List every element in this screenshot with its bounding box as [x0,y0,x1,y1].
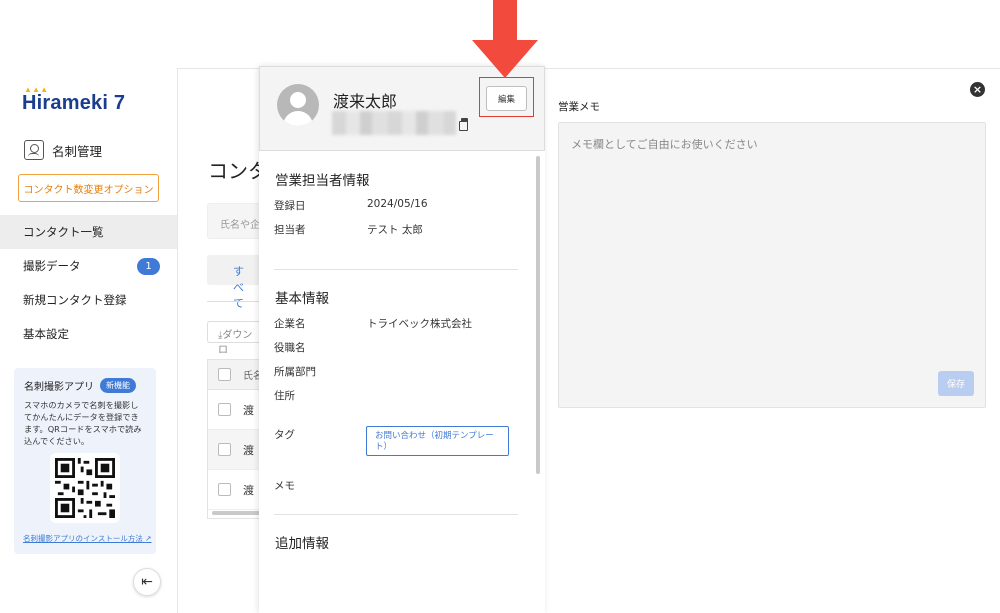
new-feature-badge: 新機能 [100,378,136,393]
table-row[interactable]: 渡 [208,390,266,430]
edit-highlight-box [479,77,534,117]
close-icon: × [972,83,983,96]
divider [207,301,267,302]
divider [274,514,518,515]
count-badge: 1 [137,258,160,275]
redacted-info [332,111,456,135]
field-label: 所属部門 [274,366,316,378]
sidebar-nav: コンタクト一覧 撮影データ 1 新規コンタクト登録 基本設定 [0,215,177,351]
app-promo-card: 名刺撮影アプリ 新機能 スマホのカメラで名刺を撮影してかんたんにデータを登録でき… [14,368,156,554]
sales-info-title: 営業担当者情報 [275,173,370,189]
row-checkbox[interactable] [218,483,231,496]
sales-memo-textarea[interactable]: メモ欄としてご自由にお使いください 保存 [558,122,986,408]
field-value-company: トライベック株式会社 [367,318,472,330]
memo-placeholder: メモ欄としてご自由にお使いください [571,138,758,151]
row-checkbox[interactable] [218,403,231,416]
section-label: 名刺管理 [52,143,103,159]
basic-info-title: 基本情報 [275,291,329,307]
install-guide-link[interactable]: 名刺撮影アプリのインストール方法 ↗ [23,533,152,544]
promo-title: 名刺撮影アプリ [24,382,94,393]
external-link-icon: ↗ [145,534,152,543]
section-business-card-management: 名刺管理 [24,140,102,160]
logo-crown-icon: ▲▲▲ [24,85,49,94]
table-row[interactable]: 渡 [208,470,266,510]
field-value-owner: テスト 太郎 [367,224,423,236]
business-card-icon [24,140,44,160]
field-label: 住所 [274,390,295,402]
save-button[interactable]: 保存 [938,371,974,396]
table-horizontal-scrollbar[interactable] [212,511,262,515]
field-value-registered-date: 2024/05/16 [367,198,428,210]
field-label: 担当者 [274,224,306,236]
app-logo[interactable]: ▲▲▲ Hirameki 7 [22,85,125,115]
row-checkbox[interactable] [218,443,231,456]
sidebar-item-new-contact[interactable]: 新規コンタクト登録 [0,283,177,317]
contact-name: 渡来太郎 [333,92,398,111]
field-label: 登録日 [274,200,306,212]
contact-option-button[interactable]: コンタクト数変更オプション [18,174,159,202]
down-arrow-annotation [472,0,538,78]
sales-memo-title: 営業メモ [558,101,600,113]
collapse-sidebar-button[interactable]: ⇤ [133,568,161,596]
table-header: 氏名 [208,360,266,390]
panel-scrollbar[interactable] [536,156,540,474]
extra-info-title: 追加情報 [275,536,329,552]
tag-chip[interactable]: お問い合わせ（初期テンプレート） [366,426,509,456]
memo-label: メモ [274,480,295,492]
field-label: 企業名 [274,318,306,330]
tag-label: タグ [274,429,295,441]
copy-icon[interactable] [459,118,468,131]
sidebar-item-basic-settings[interactable]: 基本設定 [0,317,177,351]
divider [274,269,518,270]
promo-description: スマホのカメラで名刺を撮影してかんたんにデータを登録できます。QRコードをスマホ… [24,400,142,446]
table-row[interactable]: 渡 [208,430,266,470]
qr-code [50,453,120,523]
download-button[interactable]: ⤓ダウンロ [207,321,267,356]
close-button[interactable]: × [970,82,985,97]
field-label: 役職名 [274,342,306,354]
filter-all-button[interactable]: すべて [207,255,267,310]
contact-detail-panel: 渡来太郎 編集 営業担当者情報 登録日 2024/05/16 担当者 テスト 太… [259,66,545,613]
sidebar-item-scan-data[interactable]: 撮影データ 1 [0,249,177,283]
qr-code-image [55,458,115,518]
contact-table: 氏名 渡 渡 渡 [207,359,267,519]
sidebar-item-contact-list[interactable]: コンタクト一覧 [0,215,177,249]
select-all-checkbox[interactable] [218,368,231,381]
collapse-sidebar-icon: ⇤ [141,574,153,590]
sidebar: ▲▲▲ Hirameki 7 名刺管理 コンタクト数変更オプション コンタクト一… [0,68,177,613]
avatar-icon [277,84,319,126]
